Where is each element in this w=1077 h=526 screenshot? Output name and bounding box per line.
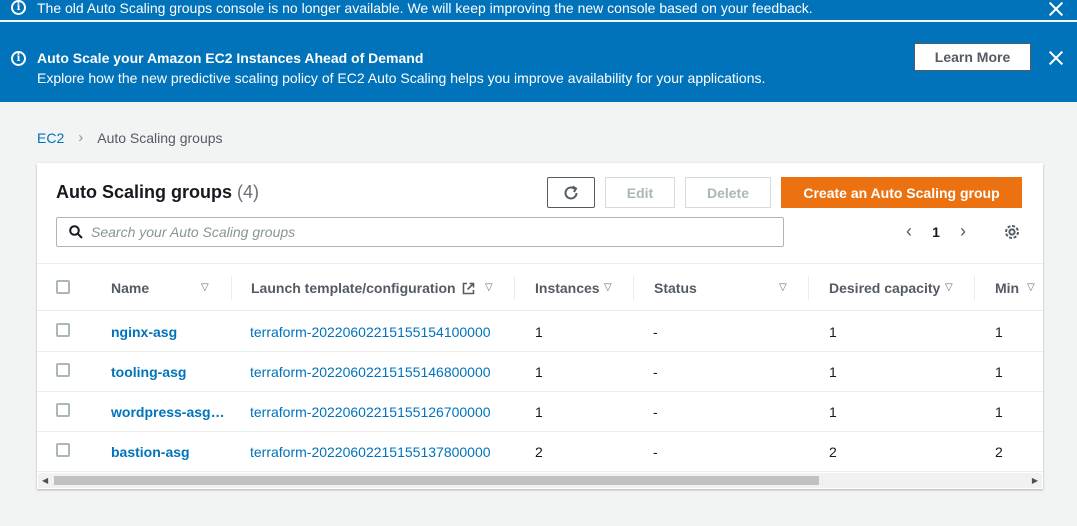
chevron-left-icon[interactable]: ‹ — [899, 221, 919, 242]
page-number[interactable]: 1 — [919, 224, 953, 240]
info-icon: i — [11, 51, 26, 66]
row-checkbox[interactable] — [56, 363, 70, 377]
desired-value: 2 — [829, 444, 837, 460]
gear-icon[interactable] — [1003, 223, 1021, 241]
external-link-icon — [462, 282, 474, 294]
col-name-header[interactable]: Name — [111, 264, 149, 312]
breadcrumb-current: Auto Scaling groups — [97, 129, 223, 146]
min-value: 2 — [995, 444, 1003, 460]
sort-icon[interactable]: ▽ — [1027, 282, 1035, 293]
min-value: 1 — [995, 324, 1003, 340]
row-checkbox[interactable] — [56, 403, 70, 417]
column-divider — [514, 276, 515, 300]
col-min-header[interactable]: Min — [995, 264, 1019, 312]
breadcrumb-ec2-link[interactable]: EC2 — [37, 130, 64, 146]
desired-value: 1 — [829, 324, 837, 340]
panel-title: Auto Scaling groups (4) — [56, 182, 259, 203]
scrollbar-thumb[interactable] — [54, 476, 819, 485]
min-value: 1 — [995, 364, 1003, 380]
scroll-right-icon[interactable]: ▶ — [1032, 476, 1038, 485]
col-status-header[interactable]: Status — [654, 264, 697, 312]
table-row[interactable]: bastion-asg terraform-202206022151551378… — [37, 432, 1043, 472]
flash-promo-body: Explore how the new predictive scaling p… — [37, 70, 766, 86]
select-all-checkbox[interactable] — [56, 280, 70, 294]
chevron-right-icon[interactable]: › — [953, 221, 973, 242]
refresh-button[interactable] — [547, 177, 595, 208]
flash-notice-message: The old Auto Scaling groups console is n… — [37, 0, 813, 16]
learn-more-button[interactable]: Learn More — [914, 43, 1031, 71]
close-icon[interactable] — [1047, 0, 1065, 18]
asg-name-link[interactable]: tooling-asg — [111, 352, 186, 392]
delete-button[interactable]: Delete — [685, 177, 771, 208]
desired-value: 1 — [829, 404, 837, 420]
status-value: - — [653, 444, 658, 460]
column-divider — [231, 276, 232, 300]
launch-template-link[interactable]: terraform-20220602215155126700000 — [250, 392, 491, 432]
row-checkbox[interactable] — [56, 323, 70, 337]
refresh-icon — [564, 185, 578, 199]
col-desired-header[interactable]: Desired capacity — [829, 264, 940, 312]
breadcrumb: EC2 › Auto Scaling groups — [37, 129, 223, 146]
panel-title-text: Auto Scaling groups — [56, 182, 233, 202]
instances-value: 1 — [535, 364, 543, 380]
sort-icon[interactable]: ▽ — [485, 282, 493, 293]
close-icon[interactable] — [1047, 49, 1065, 67]
info-icon: i — [11, 0, 26, 15]
horizontal-scrollbar[interactable]: ◀ ▶ — [38, 473, 1042, 488]
search-input[interactable] — [91, 218, 771, 246]
asg-name-link[interactable]: nginx-asg — [111, 312, 177, 352]
instances-value: 1 — [535, 324, 543, 340]
status-value: - — [653, 324, 658, 340]
table-row[interactable]: wordpress-asg… terraform-202206022151551… — [37, 392, 1043, 432]
launch-template-link[interactable]: terraform-20220602215155154100000 — [250, 312, 491, 352]
create-asg-button[interactable]: Create an Auto Scaling group — [781, 177, 1022, 208]
scroll-left-icon[interactable]: ◀ — [42, 476, 48, 485]
instances-value: 2 — [535, 444, 543, 460]
asg-name-link[interactable]: wordpress-asg… — [111, 392, 225, 432]
status-value: - — [653, 404, 658, 420]
asg-panel: Auto Scaling groups (4) Edit Delete Crea… — [37, 163, 1043, 489]
status-value: - — [653, 364, 658, 380]
sort-icon[interactable]: ▽ — [945, 282, 953, 293]
flash-notice: i The old Auto Scaling groups console is… — [0, 0, 1077, 20]
col-launch-label: Launch template/configuration — [251, 280, 456, 296]
pagination: ‹ 1 › — [899, 221, 973, 242]
flash-promo-title: Auto Scale your Amazon EC2 Instances Ahe… — [37, 50, 424, 66]
column-divider — [974, 276, 975, 300]
flash-promo: i Auto Scale your Amazon EC2 Instances A… — [0, 22, 1077, 102]
col-instances-header[interactable]: Instances — [535, 264, 600, 312]
desired-value: 1 — [829, 364, 837, 380]
instances-value: 1 — [535, 404, 543, 420]
search-icon — [69, 225, 83, 239]
sort-icon[interactable]: ▽ — [779, 282, 787, 293]
launch-template-link[interactable]: terraform-20220602215155146800000 — [250, 352, 491, 392]
table-header: Name ▽ Launch template/configuration ▽ I… — [37, 263, 1043, 311]
row-checkbox[interactable] — [56, 443, 70, 457]
launch-template-link[interactable]: terraform-20220602215155137800000 — [250, 432, 491, 472]
sort-icon[interactable]: ▽ — [201, 282, 209, 293]
table-row[interactable]: nginx-asg terraform-20220602215155154100… — [37, 312, 1043, 352]
table-row[interactable]: tooling-asg terraform-202206022151551468… — [37, 352, 1043, 392]
edit-button[interactable]: Edit — [605, 177, 675, 208]
panel-count: (4) — [237, 182, 260, 202]
column-divider — [633, 276, 634, 300]
column-divider — [808, 276, 809, 300]
chevron-right-icon: › — [78, 129, 84, 146]
sort-icon[interactable]: ▽ — [604, 282, 612, 293]
asg-name-link[interactable]: bastion-asg — [111, 432, 190, 472]
min-value: 1 — [995, 404, 1003, 420]
col-launch-header[interactable]: Launch template/configuration — [251, 264, 475, 312]
search-box — [56, 217, 784, 247]
